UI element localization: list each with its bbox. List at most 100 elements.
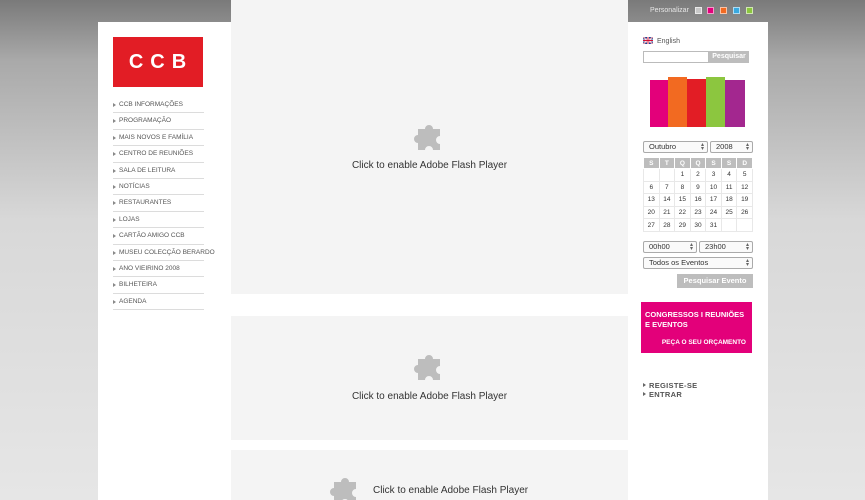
- ccb-logo[interactable]: CCB: [113, 37, 203, 87]
- arrow-right-icon: [113, 250, 116, 255]
- calendar-day[interactable]: 27: [643, 218, 660, 232]
- calendar-day[interactable]: 6: [643, 180, 660, 195]
- nav-item-lojas[interactable]: LOJAS: [113, 212, 204, 229]
- calendar-day[interactable]: 9: [689, 180, 707, 195]
- flash-enable-label: Click to enable Adobe Flash Player: [351, 391, 508, 402]
- nav-item-agenda[interactable]: AGENDA: [113, 294, 204, 311]
- flash-placeholder-secondary[interactable]: Click to enable Adobe Flash Player: [231, 316, 628, 440]
- login-link[interactable]: ENTRAR: [643, 390, 682, 399]
- weekday-header: Q: [674, 157, 691, 169]
- calendar-day[interactable]: 8: [674, 180, 691, 195]
- arrow-right-icon: [113, 168, 116, 173]
- calendar-day[interactable]: 1: [674, 168, 691, 182]
- register-link[interactable]: REGISTE-SE: [643, 381, 697, 390]
- flash-placeholder-third[interactable]: Click to enable Adobe Flash Player: [231, 450, 628, 500]
- weekday-header: Q: [689, 157, 707, 169]
- nav-item-ano-vieirino[interactable]: ANO VIEIRINO 2008: [113, 261, 204, 278]
- nav-item-sala-leitura[interactable]: SALA DE LEITURA: [113, 163, 204, 179]
- nav-item-programacao[interactable]: PROGRAMAÇÃO: [113, 113, 204, 130]
- nav-item-noticias[interactable]: NOTÍCIAS: [113, 179, 204, 196]
- calendar-day[interactable]: 14: [658, 193, 676, 207]
- arrow-right-icon: [113, 184, 116, 189]
- main-nav: CCB INFORMAÇÕES PROGRAMAÇÃO MAIS NOVOS E…: [113, 97, 215, 311]
- flash-placeholder-main[interactable]: Click to enable Adobe Flash Player: [231, 0, 628, 294]
- calendar-day[interactable]: 20: [643, 205, 660, 220]
- theme-swatch-blue[interactable]: [733, 7, 740, 14]
- calendar-day[interactable]: 3: [705, 168, 722, 182]
- weekday-header: S: [720, 157, 738, 169]
- calendar-day[interactable]: 22: [674, 205, 691, 220]
- ccb-color-banner[interactable]: [650, 76, 745, 128]
- calendar-day[interactable]: 24: [705, 205, 722, 220]
- personalizar-label: Personalizar: [650, 7, 689, 14]
- search-button[interactable]: Pesquisar: [709, 51, 749, 63]
- theme-swatch-grey[interactable]: [695, 7, 702, 14]
- select-arrows-icon: ▴ ▾: [745, 242, 749, 252]
- theme-swatch-orange[interactable]: [720, 7, 727, 14]
- calendar-day[interactable]: 28: [658, 218, 676, 232]
- calendar-day[interactable]: 16: [689, 193, 707, 207]
- select-arrows-icon: ▴ ▾: [745, 142, 749, 152]
- calendar-day[interactable]: 5: [736, 168, 753, 182]
- calendar-day[interactable]: 12: [736, 180, 753, 195]
- arrow-right-icon: [643, 383, 646, 387]
- calendar-day[interactable]: 25: [720, 205, 738, 220]
- calendar-day[interactable]: 19: [736, 193, 753, 207]
- calendar-day[interactable]: 10: [705, 180, 722, 195]
- theme-swatch-green[interactable]: [746, 7, 753, 14]
- calendar-day[interactable]: 26: [736, 205, 753, 220]
- puzzle-plugin-icon: [414, 355, 440, 380]
- calendar-day[interactable]: 23: [689, 205, 707, 220]
- calendar-day[interactable]: 18: [720, 193, 738, 207]
- language-selector[interactable]: English: [643, 37, 680, 45]
- puzzle-plugin-icon: [330, 478, 356, 500]
- top-bar: Personalizar: [628, 0, 865, 22]
- congressos-title: CONGRESSOS I REUNIÕES E EVENTOS: [645, 310, 745, 329]
- nav-item-restaurantes[interactable]: RESTAURANTES: [113, 195, 204, 212]
- nav-item-bilheteira[interactable]: BILHETEIRA: [113, 277, 204, 294]
- event-type-select[interactable]: Todos os Eventos ▴ ▾: [643, 257, 753, 269]
- weekday-header: S: [705, 157, 722, 169]
- arrow-right-icon: [113, 299, 116, 304]
- select-arrows-icon: ▴ ▾: [745, 258, 749, 268]
- year-select[interactable]: 2008 ▴ ▾: [710, 141, 753, 153]
- arrow-right-icon: [113, 103, 116, 107]
- calendar-day[interactable]: 30: [689, 218, 707, 232]
- arrow-right-icon: [113, 201, 116, 206]
- month-select[interactable]: Outubro ▴ ▾: [643, 141, 708, 153]
- calendar-day[interactable]: 11: [720, 180, 738, 195]
- weekday-header: S: [643, 157, 660, 169]
- select-arrows-icon: ▴ ▾: [689, 242, 693, 252]
- calendar-day[interactable]: 31: [705, 218, 722, 232]
- calendar-day[interactable]: 15: [674, 193, 691, 207]
- flash-enable-label: Click to enable Adobe Flash Player: [373, 485, 529, 496]
- calendar-day: [720, 218, 738, 232]
- event-calendar: S T Q Q S S D 1 2 3 4 5 6 7 8 9 10 11 12: [643, 157, 753, 232]
- nav-item-ccb-informacoes[interactable]: CCB INFORMAÇÕES: [113, 97, 204, 114]
- calendar-day[interactable]: 4: [720, 168, 738, 182]
- uk-flag-icon: [643, 37, 653, 44]
- calendar-day[interactable]: 13: [643, 193, 660, 207]
- select-arrows-icon: ▴ ▾: [700, 142, 704, 152]
- language-label: English: [657, 38, 680, 45]
- calendar-day[interactable]: 21: [658, 205, 676, 220]
- nav-item-cartao-amigo[interactable]: CARTÃO AMIGO CCB: [113, 228, 204, 245]
- nav-item-centro-reunioes[interactable]: CENTRO DE REUNIÕES: [113, 146, 204, 163]
- calendar-day[interactable]: 2: [689, 168, 707, 182]
- calendar-day[interactable]: 17: [705, 193, 722, 207]
- nav-item-museu-berardo[interactable]: MUSEU COLECÇÃO BERARDO: [113, 245, 215, 261]
- arrow-right-icon: [113, 234, 116, 239]
- time-from-select[interactable]: 00h00 ▴ ▾: [643, 241, 697, 253]
- congressos-banner[interactable]: CONGRESSOS I REUNIÕES E EVENTOS PEÇA O S…: [641, 302, 752, 353]
- weekday-header: D: [736, 157, 753, 169]
- calendar-day: [736, 218, 753, 232]
- calendar-day[interactable]: 7: [658, 180, 676, 195]
- search-event-button[interactable]: Pesquisar Evento: [677, 274, 753, 288]
- nav-item-mais-novos[interactable]: MAIS NOVOS E FAMÍLIA: [113, 130, 204, 147]
- calendar-day[interactable]: 29: [674, 218, 691, 232]
- time-to-select[interactable]: 23h00 ▴ ▾: [699, 241, 753, 253]
- calendar-day: [658, 168, 676, 182]
- theme-swatch-magenta[interactable]: [707, 7, 714, 14]
- calendar-day: [643, 168, 660, 182]
- search-input[interactable]: [643, 51, 709, 63]
